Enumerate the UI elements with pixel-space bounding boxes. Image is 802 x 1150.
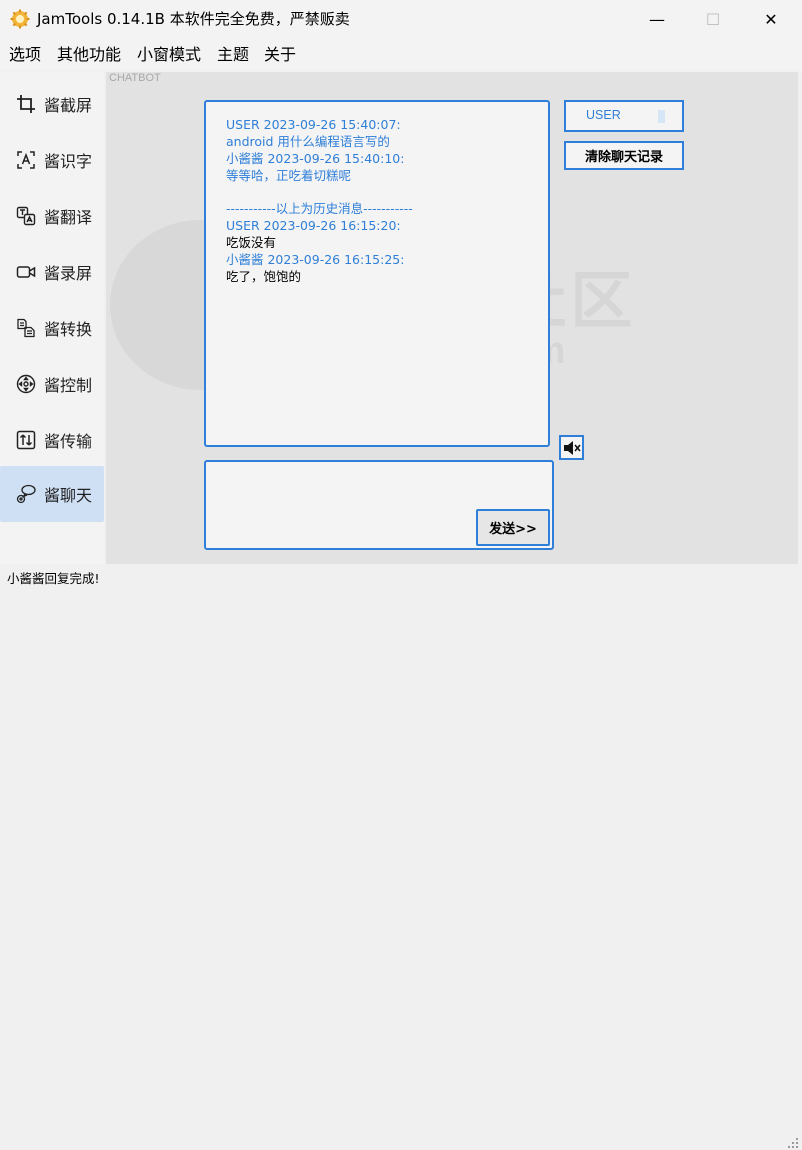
- sidebar-item-convert[interactable]: 酱转换: [0, 300, 104, 356]
- close-button[interactable]: ✕: [742, 0, 800, 38]
- chat-message-text: 吃饭没有: [226, 235, 277, 250]
- chat-message-header: android 用什么编程语言写的: [226, 134, 390, 149]
- resize-grip-icon[interactable]: [784, 1134, 800, 1150]
- sidebar-item-control[interactable]: 酱控制: [0, 356, 104, 412]
- sidebar-item-transfer[interactable]: 酱传输: [0, 412, 104, 468]
- user-selector-indicator: [658, 110, 665, 123]
- sidebar-item-screenshot[interactable]: 酱截屏: [0, 76, 104, 132]
- sidebar-item-screen-record[interactable]: 酱录屏: [0, 244, 104, 300]
- user-selector[interactable]: USER: [564, 100, 684, 132]
- translate-icon: [16, 206, 36, 226]
- chat-message-header: -----------以上为历史消息-----------: [226, 201, 413, 216]
- sidebar-item-label: 酱转换: [44, 320, 93, 339]
- title-bar: JamTools 0.14.1B 本软件完全免费，严禁贩卖 — ☐ ✕: [0, 0, 802, 38]
- maximize-button[interactable]: ☐: [684, 0, 742, 38]
- sidebar-item-chat[interactable]: 酱聊天: [0, 466, 104, 522]
- chat-history[interactable]: USER 2023-09-26 15:40:07: android 用什么编程语言…: [204, 100, 550, 447]
- chatbot-panel-label: CHATBOT: [109, 72, 161, 84]
- status-bar: 小酱酱回复完成!: [0, 564, 802, 1148]
- minimize-button[interactable]: —: [628, 0, 686, 38]
- video-record-icon: [16, 262, 36, 282]
- sidebar-item-translate[interactable]: 酱翻译: [0, 188, 104, 244]
- menu-mini-mode[interactable]: 小窗模式: [137, 45, 201, 65]
- sidebar-item-label: 酱翻译: [44, 208, 93, 227]
- chat-message-text: 吃了，饱饱的: [226, 269, 302, 284]
- sidebar-item-label: 酱控制: [44, 376, 93, 395]
- chat-message-header: USER 2023-09-26 16:15:20:: [226, 218, 401, 233]
- file-convert-icon: [16, 318, 36, 338]
- send-button[interactable]: 发送>>: [476, 509, 550, 546]
- status-text: 小酱酱回复完成!: [7, 571, 100, 586]
- mute-button[interactable]: [559, 435, 584, 460]
- sidebar-item-label: 酱传输: [44, 432, 93, 451]
- chat-message-header: 小酱酱 2023-09-26 15:40:10:: [226, 151, 405, 166]
- sidebar-item-ocr[interactable]: 酱识字: [0, 132, 104, 188]
- chat-message-header: 小酱酱 2023-09-26 16:15:25:: [226, 252, 405, 267]
- speaker-muted-icon: [563, 440, 581, 455]
- crop-icon: [16, 94, 36, 114]
- chat-message-header: 等等哈，正吃着切糕呢: [226, 168, 352, 183]
- menu-theme[interactable]: 主题: [217, 45, 249, 65]
- control-icon: [16, 374, 36, 394]
- text-recognition-icon: [16, 150, 36, 170]
- app-logo-icon: [10, 9, 30, 29]
- transfer-icon: [16, 430, 36, 450]
- menu-about[interactable]: 关于: [264, 45, 296, 65]
- chat-message-header: USER 2023-09-26 15:40:07:: [226, 117, 401, 132]
- sidebar-item-label: 酱录屏: [44, 264, 93, 283]
- clear-history-button[interactable]: 清除聊天记录: [564, 141, 684, 170]
- chat-icon: [16, 484, 36, 504]
- user-selector-label: USER: [586, 108, 621, 122]
- menu-bar: 选项 其他功能 小窗模式 主题 关于: [0, 38, 802, 70]
- sidebar-item-label: 酱聊天: [44, 486, 93, 505]
- sidebar: 酱截屏 酱识字 酱翻译 酱录屏 酱转换 酱控制 酱传输 酱聊天: [0, 72, 104, 566]
- sidebar-item-label: 酱识字: [44, 152, 93, 171]
- menu-other-functions[interactable]: 其他功能: [57, 45, 121, 65]
- window-title: JamTools 0.14.1B 本软件完全免费，严禁贩卖: [37, 10, 350, 28]
- chat-gap: [226, 184, 548, 200]
- menu-options[interactable]: 选项: [9, 45, 41, 65]
- sidebar-item-label: 酱截屏: [44, 96, 93, 115]
